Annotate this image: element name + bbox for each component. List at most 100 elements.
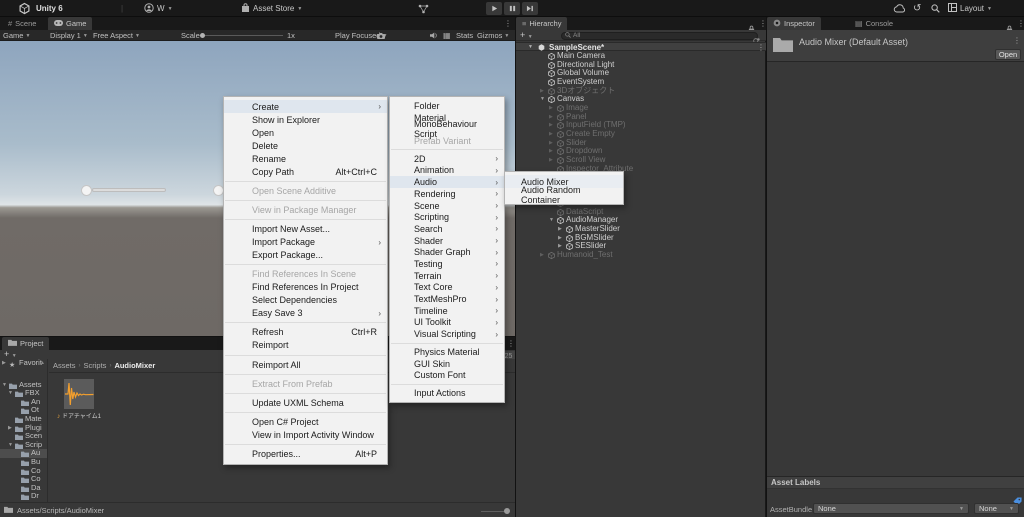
foldout-arrow-icon[interactable]: ▼ [8,389,13,398]
menu-item-rename[interactable]: Rename [224,152,387,165]
menu-item-scripting[interactable]: Scripting› [390,211,504,223]
menu-item-timeline[interactable]: Timeline› [390,305,504,317]
project-folder-au[interactable]: Au [0,449,47,458]
hierarchy-row-scroll-view[interactable]: ▶Scroll View [516,156,766,165]
project-folder-plugi[interactable]: ▶Plugi [0,424,47,433]
foldout-arrow-icon[interactable]: ▶ [549,139,553,148]
hierarchy-row-bgmslider[interactable]: ▶BGMSlider [516,234,766,243]
menu-item-shader-graph[interactable]: Shader Graph› [390,246,504,258]
menu-item-input-actions[interactable]: Input Actions [390,387,504,399]
breadcrumb-segment[interactable]: Assets [53,361,76,370]
menu-item-open-c-project[interactable]: Open C# Project [224,416,387,429]
hierarchy-row-slider[interactable]: ▶Slider [516,139,766,148]
menu-item-copy-path[interactable]: Copy PathAlt+Ctrl+C [224,165,387,178]
menu-item-export-package[interactable]: Export Package... [224,249,387,262]
hierarchy-row-seslider[interactable]: ▶SESlider [516,242,766,251]
asset-labels-header[interactable]: Asset Labels [767,476,1024,489]
step-button[interactable] [522,2,538,15]
screenshot-camera-icon[interactable] [377,30,385,41]
menu-item-scene[interactable]: Scene› [390,200,504,212]
asset-store-menu[interactable]: Asset Store ▼ [241,0,302,17]
assetbundle-variant-dropdown[interactable]: None▼ [974,503,1019,514]
scale-slider-track[interactable] [203,35,283,36]
menu-item-properties[interactable]: Properties...Alt+P [224,448,387,461]
project-folder-fbx[interactable]: ▼FBX [0,389,47,398]
tab-hierarchy[interactable]: ≡ Hierarchy [516,17,567,30]
project-folder-dr[interactable]: Dr [0,492,47,501]
account-menu[interactable]: W ▼ [144,0,173,17]
menu-item-testing[interactable]: Testing› [390,258,504,270]
menu-item-show-in-explorer[interactable]: Show in Explorer [224,113,387,126]
hierarchy-row-directional-light[interactable]: Directional Light [516,61,766,70]
project-folder-bu[interactable]: Bu [0,458,47,467]
menu-item-rendering[interactable]: Rendering› [390,188,504,200]
project-folder-co[interactable]: Co [0,467,47,476]
foldout-arrow-icon[interactable]: ▼ [528,43,533,53]
hierarchy-row-dropdown[interactable]: ▶Dropdown [516,147,766,156]
inspector-menu-icon[interactable]: ⋮ [1013,34,1021,47]
play-button[interactable] [486,2,502,15]
project-folder-assets[interactable]: ▼Assets [0,381,47,390]
project-folder-scen[interactable]: Scen [0,432,47,441]
layout-menu[interactable]: Layout ▼ [948,0,992,17]
aspect-dropdown[interactable]: Free Aspect▼ [93,30,140,41]
foldout-arrow-icon[interactable]: ▶ [558,234,562,243]
breadcrumb-segment[interactable]: Scripts [84,361,107,370]
menu-item-refresh[interactable]: RefreshCtrl+R [224,326,387,339]
hierarchy-row-inputfield-tmp[interactable]: ▶InputField (TMP) [516,121,766,130]
hierarchy-row-humanoid-test[interactable]: ▶Humanoid_Test [516,251,766,260]
foldout-arrow-icon[interactable]: ▶ [8,424,12,433]
tab-scene[interactable]: # Scene [2,17,42,30]
project-folder-ot[interactable]: Ot [0,406,47,415]
tab-inspector[interactable]: Inspector [767,17,821,30]
open-button[interactable]: Open [995,49,1021,60]
menu-item-audio-random-container[interactable]: Audio Random Container [505,188,623,201]
foldout-arrow-icon[interactable]: ▶ [549,113,553,122]
foldout-arrow-icon[interactable]: ▶ [558,225,562,234]
menu-item-import-new-asset[interactable]: Import New Asset... [224,223,387,236]
menu-item-shader[interactable]: Shader› [390,235,504,247]
menu-item-custom-font[interactable]: Custom Font [390,370,504,382]
foldout-arrow-icon[interactable]: ▶ [549,121,553,130]
breadcrumb-segment[interactable]: AudioMixer [114,361,155,370]
menu-item-create[interactable]: Create› [224,100,387,113]
thumbnail-zoom-handle[interactable] [504,508,510,514]
scene-header-row[interactable]: ▼ SampleScene* ⋮ [516,42,766,52]
display-dropdown[interactable]: Display 1▼ [50,30,88,41]
menu-item-ui-toolkit[interactable]: UI Toolkit› [390,317,504,329]
menu-item-physics-material[interactable]: Physics Material [390,346,504,358]
project-folder-scrip[interactable]: ▼Scrip [0,441,47,450]
project-folder-da[interactable]: Da [0,484,47,493]
foldout-arrow-icon[interactable]: ▼ [2,381,7,390]
menu-item-view-in-import-activity-window[interactable]: View in Import Activity Window [224,429,387,442]
asset-item[interactable]: ♪ ドアチャイム1 [57,379,101,420]
menu-item-search[interactable]: Search› [390,223,504,235]
menu-item-visual-scripting[interactable]: Visual Scripting› [390,328,504,340]
menu-item-easy-save-3[interactable]: Easy Save 3› [224,307,387,320]
menu-item-reimport[interactable]: Reimport [224,339,387,352]
project-folder-mate[interactable]: Mate [0,415,47,424]
create-asset-button[interactable]: + ▼ [4,349,17,359]
foldout-arrow-icon[interactable]: ▼ [8,441,13,450]
gizmos-dropdown[interactable]: Gizmos▼ [477,30,509,41]
hierarchy-row-main-camera[interactable]: Main Camera [516,52,766,61]
hierarchy-row-panel[interactable]: ▶Panel [516,113,766,122]
project-folder-favorit[interactable]: ▶★Favorit▲ [0,359,47,368]
foldout-arrow-icon[interactable]: ▶ [549,130,553,139]
ui-slider-track[interactable] [92,188,166,192]
project-folder-co[interactable]: Co [0,475,47,484]
vsync-monitor-icon[interactable]: ▦ [443,30,451,41]
foldout-arrow-icon[interactable]: ▶ [549,104,553,113]
menu-item-find-references-in-project[interactable]: Find References In Project [224,281,387,294]
hierarchy-row-datascript[interactable]: DataScript [516,208,766,217]
tab-game[interactable]: Game [48,17,92,30]
game-mode-dropdown[interactable]: Game▼ [3,30,30,41]
foldout-arrow-icon[interactable]: ▼ [540,95,545,104]
menu-item-update-uxml-schema[interactable]: Update UXML Schema [224,397,387,410]
menu-item-terrain[interactable]: Terrain› [390,270,504,282]
menu-item-text-core[interactable]: Text Core› [390,282,504,294]
hierarchy-search-input[interactable]: All [561,32,758,40]
hierarchy-row-canvas[interactable]: ▼Canvas [516,95,766,104]
cloud-icon[interactable] [894,0,906,17]
scale-slider-handle[interactable] [200,33,205,38]
